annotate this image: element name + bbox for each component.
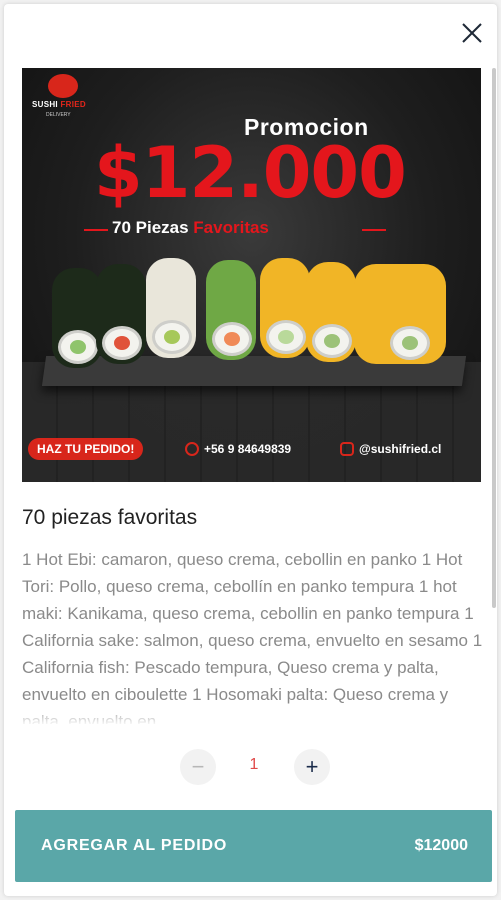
sushi-roll-icon	[52, 268, 102, 368]
banner-phone: +56 9 84649839	[185, 442, 291, 456]
instagram-icon	[340, 442, 354, 456]
add-to-order-button[interactable]: AGREGAR AL PEDIDO $12000	[15, 810, 492, 882]
brand-logo-icon	[48, 74, 78, 98]
promo-price: $12.000	[94, 132, 407, 214]
banner-instagram-text: @sushifried.cl	[359, 442, 442, 456]
quantity-stepper: − 1 +	[4, 746, 497, 786]
quantity-value: 1	[249, 756, 259, 773]
plus-icon[interactable]: +	[294, 749, 330, 785]
sushi-roll-icon	[354, 264, 446, 364]
scrollbar[interactable]	[492, 68, 496, 608]
sushi-roll-icon	[96, 264, 146, 364]
product-image: SUSHI FRIED DELIVERY Promocion $12.000 7…	[22, 68, 481, 482]
promo-pieces-accent: Favoritas	[193, 218, 269, 237]
description-fade	[4, 704, 497, 724]
brand-logo-sub: DELIVERY	[46, 112, 71, 118]
minus-icon[interactable]: −	[180, 749, 216, 785]
product-modal: SUSHI FRIED DELIVERY Promocion $12.000 7…	[4, 4, 497, 896]
promo-pieces: 70 Piezas Favoritas	[112, 218, 269, 238]
close-icon	[462, 23, 482, 43]
banner-instagram: @sushifried.cl	[340, 442, 441, 456]
product-description: 1 Hot Ebi: camaron, queso crema, cebolli…	[22, 550, 483, 724]
brand-logo-text: SUSHI FRIED	[32, 100, 86, 109]
promo-line-right	[362, 229, 386, 231]
promo-pieces-count: 70 Piezas	[112, 218, 189, 237]
close-button[interactable]	[459, 20, 485, 46]
banner-phone-text: +56 9 84649839	[204, 442, 292, 456]
banner-cta: HAZ TU PEDIDO!	[28, 438, 144, 460]
brand-logo-accent: FRIED	[60, 100, 86, 109]
sushi-roll-icon	[306, 262, 356, 362]
product-title: 70 piezas favoritas	[22, 506, 198, 529]
brand-logo-name: SUSHI	[32, 100, 58, 109]
sushi-roll-icon	[146, 258, 196, 358]
add-button-price: $12000	[414, 837, 468, 854]
sushi-roll-icon	[206, 260, 256, 360]
phone-icon	[185, 442, 199, 456]
promo-line-left	[84, 229, 108, 231]
add-button-label: AGREGAR AL PEDIDO	[41, 837, 228, 854]
sushi-roll-icon	[260, 258, 310, 358]
product-scroll-area[interactable]: SUSHI FRIED DELIVERY Promocion $12.000 7…	[4, 4, 497, 724]
